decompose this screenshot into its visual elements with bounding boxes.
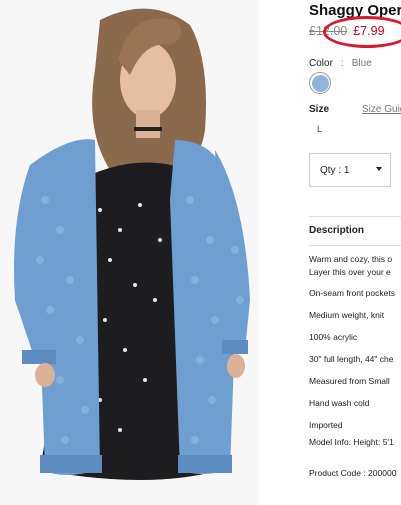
color-separator: : [340,58,344,69]
description-line: Model Info: Height: 5'1 [309,437,394,447]
description-line: Imported [309,420,343,430]
divider [309,245,401,246]
product-photo[interactable] [0,0,258,505]
size-option-l[interactable]: L [317,124,322,134]
color-value: Blue [351,58,372,69]
description-line: Warm and cozy, this o [309,254,393,264]
description-line: Measured from Small [309,376,390,386]
description-line: Hand wash cold [309,398,370,408]
description-line: 100% acrylic [309,332,358,342]
chevron-down-icon [376,167,382,171]
color-swatch-blue[interactable] [309,72,331,94]
color-label: Color [309,58,333,69]
description-line: Layer this over your e [309,267,391,277]
size-guide-link[interactable]: Size Guid [362,104,401,115]
description-line: 30" full length, 44" che [309,354,394,364]
description-line: On-seam front pockets [309,288,395,298]
price-annotation-circle [323,16,401,48]
size-label: Size [309,104,330,115]
model-cardigan-image [0,0,258,505]
product-details-panel: Shaggy Oper £12.00 £7.99 Color: Blue Size … [309,0,401,505]
description-heading: Description [309,225,365,236]
product-code: Product Code : 200000 [309,468,397,478]
quantity-value: Qty : 1 [320,164,350,176]
quantity-select[interactable]: Qty : 1 [309,153,391,187]
description-line: Medium weight, knit [309,310,385,320]
color-row: Color: Blue [309,58,372,69]
swatch-fill [311,74,329,92]
divider [309,216,401,217]
